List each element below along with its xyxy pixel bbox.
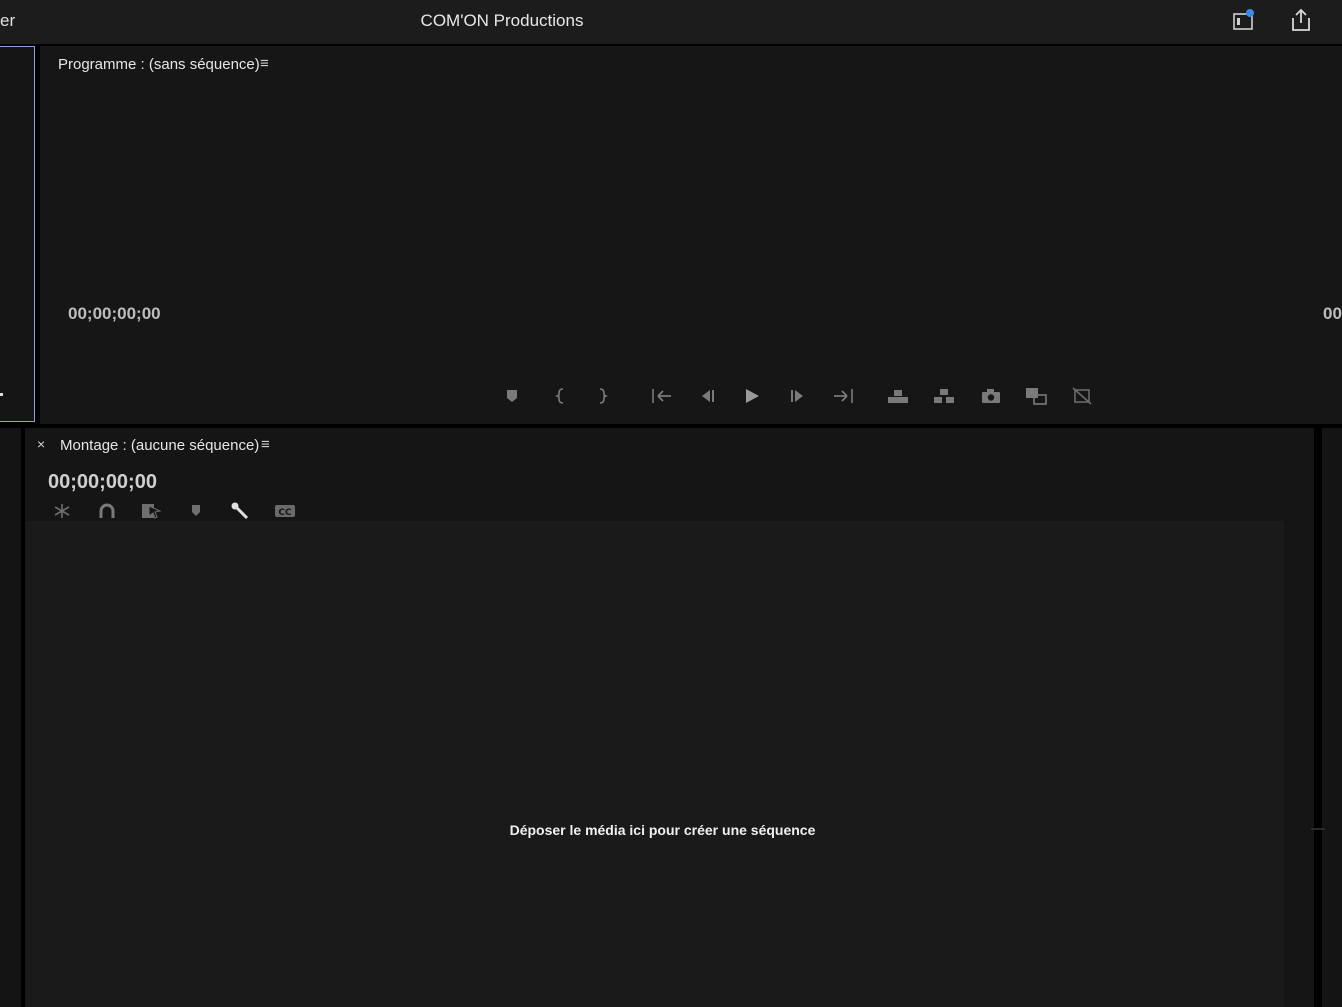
timeline-drop-zone[interactable]	[25, 521, 1284, 1007]
proxy-toggle-icon[interactable]	[1070, 386, 1094, 406]
playhead-timecode[interactable]: 00;00;00;00	[68, 304, 161, 324]
nest-icon[interactable]	[51, 502, 73, 520]
settings-wrench-icon[interactable]	[229, 502, 251, 520]
program-monitor-title[interactable]: Programme : (sans séquence)	[58, 56, 260, 73]
mark-out-icon[interactable]	[590, 386, 614, 406]
add-marker-icon[interactable]	[500, 386, 524, 406]
step-forward-icon[interactable]	[786, 386, 810, 406]
extract-icon[interactable]	[932, 386, 956, 406]
snap-icon[interactable]	[96, 502, 118, 520]
audio-meter-panel-edge[interactable]	[1322, 428, 1342, 1007]
go-to-in-icon[interactable]	[650, 386, 674, 406]
comparison-view-icon[interactable]	[1024, 386, 1048, 406]
add-marker-icon[interactable]	[185, 502, 207, 520]
play-icon[interactable]	[740, 386, 764, 406]
title-bar: er COM'ON Productions	[0, 0, 1342, 44]
go-to-out-icon[interactable]	[831, 386, 855, 406]
timeline-scrollbar[interactable]	[1311, 828, 1325, 830]
duration-timecode: 00	[1323, 304, 1342, 323]
mark-in-icon[interactable]	[549, 386, 573, 406]
linked-selection-icon[interactable]	[140, 502, 162, 520]
share-icon[interactable]	[1290, 8, 1312, 32]
panel-mark	[0, 393, 3, 396]
svg-text:CC: CC	[278, 508, 292, 518]
captions-icon[interactable]: CC	[274, 502, 296, 520]
project-title: COM'ON Productions	[420, 11, 584, 30]
close-icon[interactable]: ×	[37, 436, 45, 452]
project-panel-edge[interactable]	[0, 428, 21, 1007]
timeline-title[interactable]: Montage : (aucune séquence)	[60, 437, 259, 454]
timeline-timecode[interactable]: 00;00;00;00	[48, 471, 157, 494]
source-panel-edge[interactable]	[0, 46, 35, 422]
drop-media-message: Déposer le média ici pour créer une séqu…	[509, 822, 816, 838]
export-frame-icon[interactable]	[979, 386, 1003, 406]
lift-icon[interactable]	[886, 386, 910, 406]
program-monitor-panel[interactable]: Programme : (sans séquence) ≡ 00;00;00;0…	[40, 46, 1342, 424]
timeline-panel[interactable]: × Montage : (aucune séquence) ≡ 00;00;00…	[25, 428, 1325, 1007]
step-back-icon[interactable]	[695, 386, 719, 406]
program-panel-menu-icon[interactable]: ≡	[260, 55, 269, 72]
timeline-panel-menu-icon[interactable]: ≡	[261, 436, 270, 453]
quick-export-icon[interactable]	[1233, 9, 1255, 32]
